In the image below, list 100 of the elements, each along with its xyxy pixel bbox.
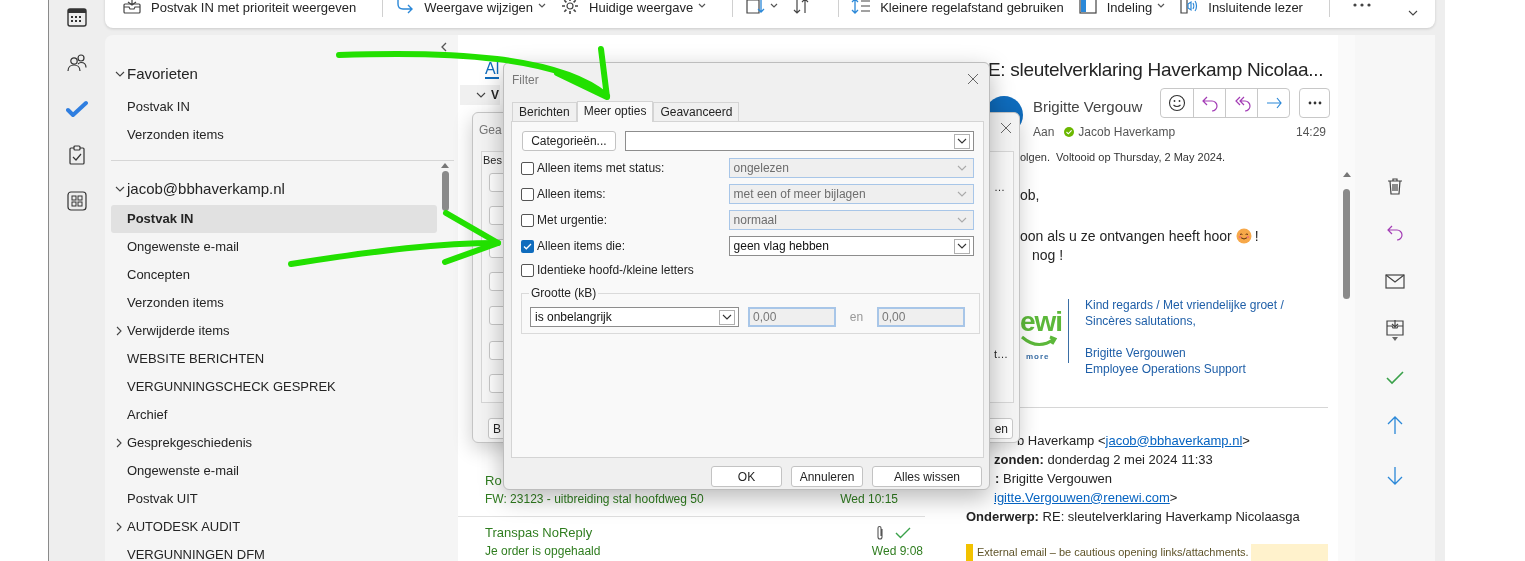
checkbox[interactable] <box>521 263 534 277</box>
folder-item[interactable]: Verzonden items <box>111 121 437 149</box>
close-icon[interactable] <box>967 73 979 85</box>
apps-icon[interactable] <box>66 190 88 212</box>
signature-text: Brigitte Vergouwen <box>1085 344 1187 361</box>
quoted-header-line: Onderwerp: RE: sleutelverklaring Haverkamp Nicolaasga <box>966 507 1301 526</box>
checkbox[interactable] <box>521 239 534 253</box>
folder-item[interactable]: Gesprekgeschiedenis <box>111 429 437 457</box>
chevron-down-icon <box>957 191 967 197</box>
more-icon[interactable] <box>1351 2 1372 8</box>
folder-item[interactable]: WEBSITE BERICHTEN <box>111 345 437 373</box>
message-time: 14:29 <box>1295 124 1326 141</box>
ribbon-button[interactable]: Kleinere regelafstand gebruiken <box>851 1 1064 16</box>
chevron-down-icon <box>957 243 967 249</box>
checkmark-icon[interactable] <box>66 98 88 120</box>
more-icon <box>1307 101 1322 105</box>
toolbar-button[interactable] <box>1383 271 1407 291</box>
dialog-button[interactable]: OK <box>711 466 782 487</box>
ribbon-button[interactable]: Weergave wijzigen <box>395 1 547 16</box>
folder-item[interactable]: Postvak IN <box>111 93 437 121</box>
dropdown[interactable]: normaal <box>728 210 974 230</box>
message-sender: Transpas NoReply <box>485 524 593 543</box>
collapse-icon[interactable] <box>440 42 448 52</box>
dropdown[interactable]: geen vlag hebben <box>728 236 974 256</box>
checkbox[interactable] <box>521 187 534 201</box>
quoted-header-line: igitte.Vergouwen@renewi.com> <box>994 488 1179 507</box>
folder-item[interactable]: Verwijderde items <box>111 317 437 345</box>
checkbox-label: Alleen items met status: <box>537 160 666 177</box>
line-spacing-icon <box>851 0 872 16</box>
scroll-thumb[interactable] <box>1343 189 1350 299</box>
email-link[interactable]: jacob@bbhaverkamp.nl <box>1105 432 1243 448</box>
chevron-down-icon <box>957 138 967 144</box>
folder-item[interactable]: Verzonden items <box>111 289 437 317</box>
folder-item[interactable]: VERGUNNINGSCHECK GESPREK <box>111 373 437 401</box>
folder-item[interactable]: Ongewenste e-mail <box>111 457 437 485</box>
scroll-thumb[interactable] <box>441 171 449 211</box>
dialog-tab[interactable]: Meer opties <box>576 101 654 122</box>
checkbox-label: Identieke hoofd-/kleine letters <box>537 262 694 279</box>
checkbox-label: Met urgentie: <box>537 212 609 229</box>
speaker-icon <box>1179 0 1200 16</box>
inbox-icon <box>122 0 142 16</box>
dialog-tab[interactable]: Berichten <box>512 102 577 121</box>
signature-text: Kind regards / Met vriendelijke groet / <box>1085 296 1284 313</box>
body-text: nog ! <box>1032 245 1064 265</box>
external-email-banner: External email – be cautious opening links/attachments. <box>966 543 1328 561</box>
body-text: ob, <box>1020 185 1040 205</box>
chevron-down-icon <box>115 186 125 192</box>
chevron-down-icon <box>957 165 967 171</box>
paperclip-icon <box>875 525 885 541</box>
checkbox[interactable] <box>521 161 534 175</box>
folder-item[interactable]: Ongewenste e-mail <box>111 233 437 261</box>
message-row[interactable]: Transpas NoReply Je order is opgehaald Wed 9:08 <box>458 517 950 561</box>
checkbox[interactable] <box>521 213 534 227</box>
quoted-header-line: zonden: donderdag 2 mei 2024 11:33 <box>994 450 1214 469</box>
dialog-button[interactable]: Alles wissen <box>872 466 982 487</box>
message-filter-tab[interactable]: Al <box>485 61 500 79</box>
down-arrow-icon <box>1385 466 1405 486</box>
folder-item[interactable]: Postvak IN <box>111 205 437 233</box>
reply-icon <box>1385 223 1405 243</box>
scrollbar[interactable] <box>1338 35 1355 561</box>
field-label: en <box>848 309 865 326</box>
status-available-icon <box>1064 127 1075 137</box>
dropdown[interactable]: ongelezen <box>728 158 974 178</box>
calendar-icon[interactable] <box>66 6 88 28</box>
caret-icon <box>1157 3 1166 8</box>
clipboard-icon[interactable] <box>66 144 88 166</box>
recipient-name: Jacob Haverkamp <box>1078 124 1176 141</box>
delete-icon <box>1385 176 1405 196</box>
folder-item[interactable]: VERGUNNINGEN DFM <box>111 541 437 561</box>
people-icon[interactable] <box>66 52 88 74</box>
email-link[interactable]: igitte.Vergouwen@renewi.com <box>994 489 1170 505</box>
close-icon[interactable] <box>1000 122 1012 134</box>
ribbon-button[interactable]: Indeling <box>1077 1 1166 16</box>
chevron-right-icon <box>116 326 122 336</box>
categories-field[interactable] <box>624 131 974 151</box>
flag-status-text: olgen. Voltooid op Thursday, 2 May 2024. <box>1020 150 1227 165</box>
toolbar-button[interactable] <box>1383 318 1407 338</box>
categories-button[interactable]: Categorieën... <box>522 131 616 151</box>
dropdown[interactable]: met een of meer bijlagen <box>728 184 974 204</box>
checkbox-label: Alleen items: <box>537 186 607 203</box>
ribbon-button[interactable]: Insluitende lezer <box>1179 1 1303 16</box>
folder-item[interactable]: Archief <box>111 401 437 429</box>
body-text: oon als u ze ontvangen heeft hoor <box>1020 226 1232 246</box>
dialog-title: Gea <box>479 122 502 139</box>
dialog-tab[interactable]: Geavanceerd <box>653 102 740 121</box>
checkbox-label: Alleen items die: <box>537 238 627 255</box>
ribbon-button[interactable]: Huidige weergave <box>560 1 707 16</box>
ribbon-button[interactable]: Postvak IN met prioriteit weergeven <box>122 1 357 16</box>
group-header[interactable]: V <box>460 85 500 105</box>
dialog-title: Filter <box>512 72 539 89</box>
scrollbar[interactable] <box>439 163 451 213</box>
dialog-button[interactable]: Annuleren <box>791 466 863 487</box>
folder-group-header[interactable]: Favorieten <box>105 59 458 89</box>
folder-item[interactable]: AUTODESK AUDIT <box>111 513 437 541</box>
folder-item[interactable]: Postvak UIT <box>111 485 437 513</box>
folder-item[interactable]: Concepten <box>111 261 437 289</box>
sender-name: Brigitte Vergouw <box>1033 97 1143 117</box>
collapse-ribbon-icon[interactable] <box>1408 10 1418 16</box>
move-to-folder-icon <box>1385 318 1405 338</box>
message-sender: Ro <box>485 472 502 491</box>
